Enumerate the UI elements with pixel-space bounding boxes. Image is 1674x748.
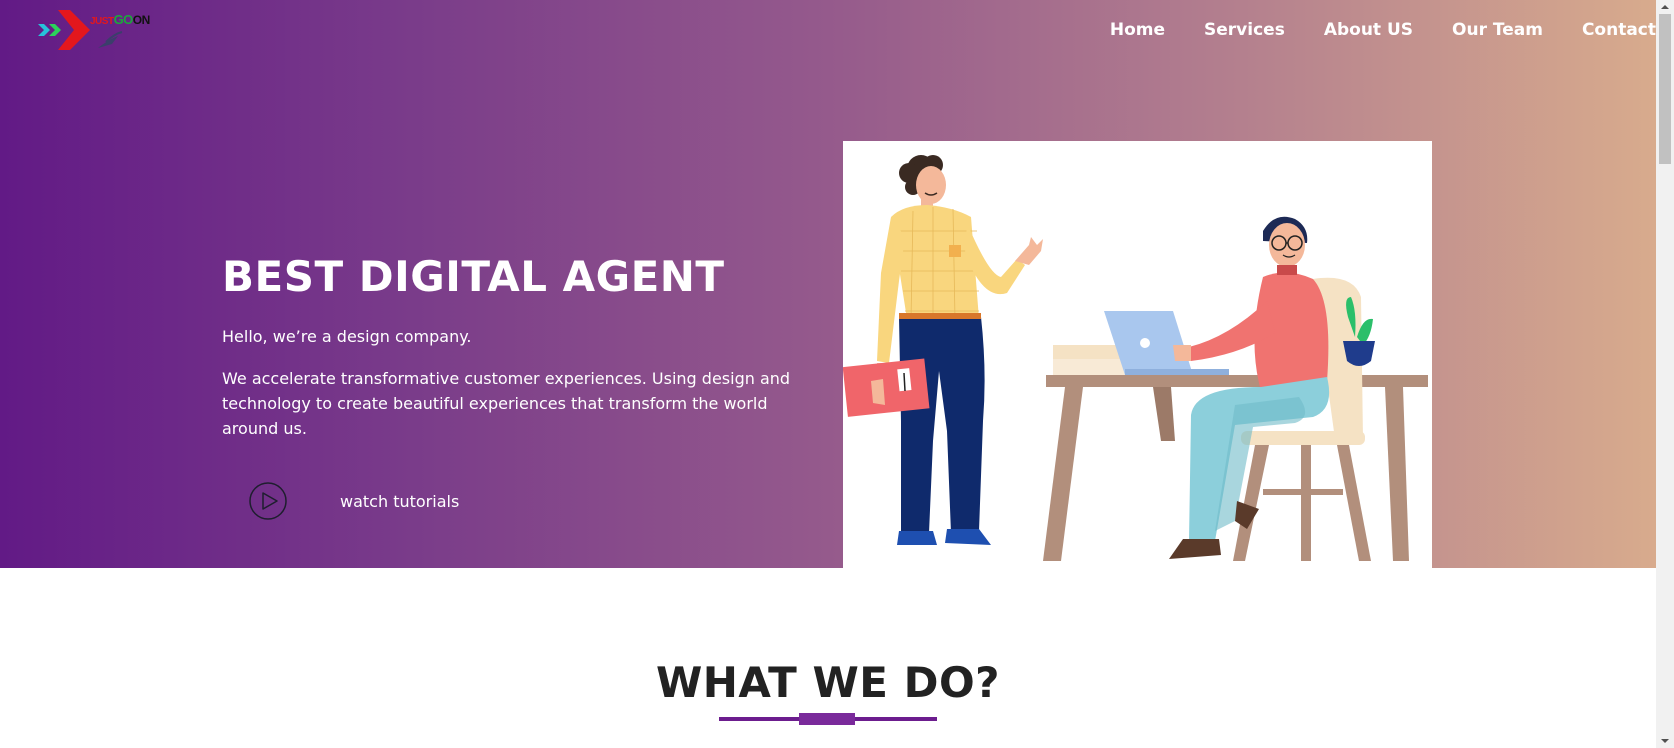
what-we-do-title: WHAT WE DO? <box>655 658 1001 707</box>
play-circle-icon[interactable] <box>248 481 288 521</box>
hero-title: BEST DIGITAL AGENT <box>222 252 725 301</box>
logo-word-just: JUST <box>90 16 114 27</box>
vertical-scrollbar[interactable] <box>1656 0 1674 748</box>
scroll-thumb[interactable] <box>1659 14 1671 164</box>
brand-logo[interactable]: JUSTGOON <box>36 6 166 56</box>
office-team-illustration <box>843 141 1432 568</box>
nav-our-team[interactable]: Our Team <box>1452 20 1543 40</box>
scroll-down-arrow-icon[interactable] <box>1656 734 1674 748</box>
scroll-up-arrow-icon[interactable] <box>1656 0 1674 14</box>
watch-tutorials-label: watch tutorials <box>340 491 460 511</box>
logo-wordmark: JUSTGOON <box>90 12 150 27</box>
nav-services[interactable]: Services <box>1204 20 1285 40</box>
watch-tutorials-button[interactable]: watch tutorials <box>248 481 459 521</box>
nav-about[interactable]: About US <box>1324 20 1413 40</box>
page: JUSTGOON Home Services About US Our Team… <box>0 0 1656 748</box>
logo-word-on: ON <box>132 13 151 27</box>
title-underline-accent <box>799 713 855 725</box>
hero-section: JUSTGOON Home Services About US Our Team… <box>0 0 1656 568</box>
hero-description: We accelerate transformative customer ex… <box>222 369 791 438</box>
main-nav: Home Services About US Our Team Contact <box>1071 20 1656 40</box>
nav-contact[interactable]: Contact <box>1582 20 1656 40</box>
logo-word-go: GO <box>113 12 134 27</box>
nav-home[interactable]: Home <box>1110 20 1165 40</box>
hero-subtitle: Hello, we’re a design company. <box>222 327 472 346</box>
